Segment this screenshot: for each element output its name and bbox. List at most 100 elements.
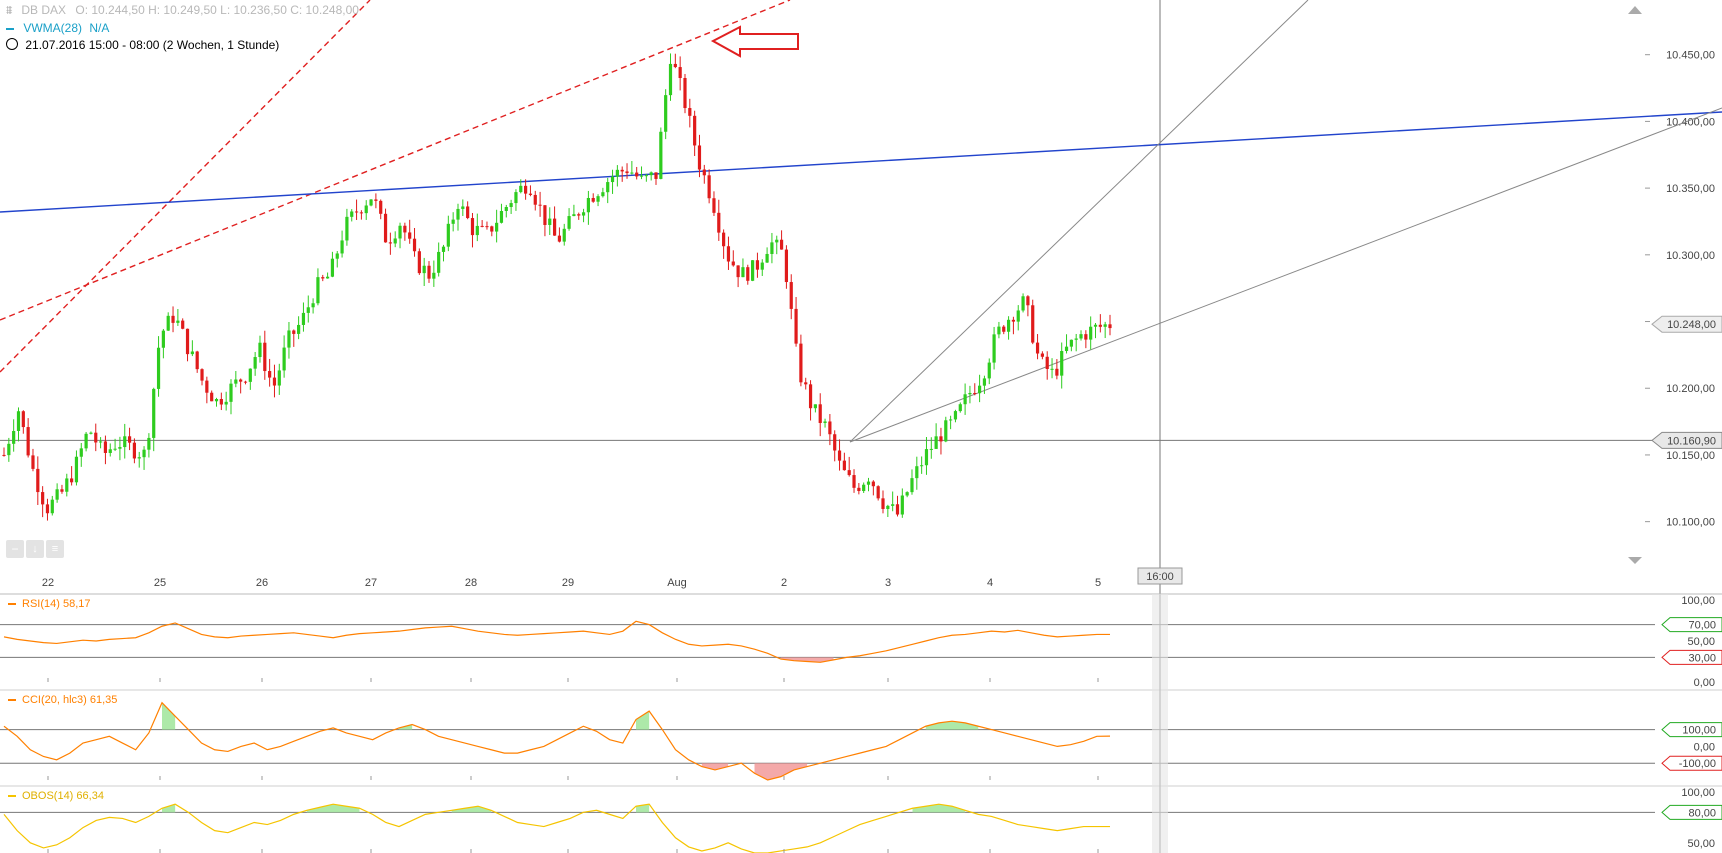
candle-body: [359, 212, 363, 214]
rsi-swatch: [8, 603, 16, 606]
menu-icon[interactable]: ≡: [46, 540, 64, 558]
price-panel[interactable]: 10.100,0010.150,0010.200,0010.250,0010.3…: [0, 0, 1722, 853]
candle-body: [519, 185, 523, 193]
osc-level-tag-label: 80,00: [1688, 807, 1716, 819]
candle: [466, 201, 470, 220]
candle-body: [528, 193, 533, 195]
minus-icon[interactable]: −: [6, 540, 24, 558]
candle-body: [779, 239, 784, 250]
candle: [70, 466, 74, 486]
candle: [934, 423, 938, 449]
candle: [886, 504, 890, 518]
cci-name: CCI(20, hlc3): [22, 694, 87, 706]
candle: [190, 340, 194, 357]
candle: [137, 451, 141, 468]
candle-body: [161, 330, 165, 348]
candle: [475, 213, 479, 242]
candle: [340, 230, 344, 258]
candle: [325, 272, 330, 279]
rsi-panel[interactable]: 100,00 50,00 0,00 70,00 30,00: [0, 595, 1722, 689]
vwma-swatch: [6, 27, 14, 30]
overlay: [1152, 594, 1168, 853]
candle-body: [992, 334, 996, 363]
candle: [268, 358, 272, 387]
candle: [726, 236, 731, 270]
candle-body: [934, 436, 938, 449]
candle: [359, 210, 363, 220]
last-price-label: 10.248,00: [1667, 319, 1716, 331]
candle: [79, 442, 83, 467]
candle: [171, 306, 175, 333]
candle-body: [1098, 324, 1102, 327]
osc-level-tag-label: -100,00: [1679, 758, 1716, 770]
candle: [297, 316, 301, 340]
clock-icon: [6, 38, 18, 50]
candle-body: [137, 457, 141, 459]
osc-tick-label: 100,00: [1681, 787, 1715, 799]
candle: [958, 402, 962, 413]
candle: [804, 377, 808, 390]
candle: [335, 250, 339, 268]
candle-body: [282, 347, 286, 371]
candle: [195, 350, 199, 373]
candle: [678, 56, 682, 91]
candle: [316, 268, 320, 306]
candle: [997, 321, 1001, 339]
candle: [818, 393, 822, 437]
candle: [437, 242, 441, 277]
candle-body: [765, 253, 769, 263]
candle: [383, 208, 388, 243]
candle-body: [152, 388, 156, 438]
candle-body: [606, 182, 610, 193]
candle: [591, 193, 595, 203]
chart-toolbar: − ↓ ≡: [6, 540, 64, 558]
x-axis-label: 25: [154, 577, 166, 589]
candle: [813, 404, 817, 413]
osc-tick-label: 50,00: [1687, 838, 1715, 850]
candle-body: [1011, 319, 1016, 322]
candle: [731, 250, 735, 267]
candle: [495, 209, 499, 243]
candle-body: [316, 277, 320, 304]
candle-body: [272, 377, 277, 386]
download-icon[interactable]: ↓: [26, 540, 44, 558]
candle-body: [432, 272, 436, 279]
candle: [301, 302, 306, 332]
cci-panel[interactable]: 0,00 100,00 -100,00: [0, 701, 1722, 781]
candle: [514, 189, 518, 211]
x-axis-label: 28: [465, 577, 477, 589]
candle-body: [1021, 296, 1025, 311]
candle-body: [1064, 346, 1069, 352]
obos-panel[interactable]: 100,00 50,00 80,00: [0, 787, 1722, 853]
candle-body: [26, 427, 30, 456]
obos-label: OBOS(14) 66,34: [8, 790, 104, 802]
candle: [205, 376, 209, 404]
cci-value: 61,35: [89, 694, 118, 706]
ohlc-values: O: 10.244,50 H: 10.249,50 L: 10.236,50 C…: [75, 3, 359, 17]
candle: [277, 363, 281, 395]
candle-body: [171, 315, 175, 323]
candle-body: [277, 370, 281, 386]
candle-body: [625, 171, 629, 174]
support-tag-label: 10.160,90: [1667, 435, 1716, 447]
osc-fill: [162, 702, 176, 730]
candle: [717, 199, 721, 241]
candle-body: [248, 368, 252, 382]
candle: [577, 212, 581, 220]
annotation-arrow: [710, 25, 799, 58]
candle-body: [239, 379, 243, 382]
candle-body: [514, 192, 518, 204]
candle: [673, 53, 677, 69]
candle-body: [910, 478, 914, 493]
candle: [1050, 358, 1054, 379]
osc-level-tag-label: 30,00: [1688, 652, 1716, 664]
candle-body: [644, 175, 648, 177]
osc-level-tag-label: 70,00: [1688, 620, 1716, 632]
candle-body: [601, 192, 605, 197]
candle: [992, 326, 996, 370]
candle-body: [842, 460, 846, 471]
osc-fill: [636, 711, 650, 730]
x-axis-label: 5: [1095, 577, 1101, 589]
candle-body: [94, 432, 98, 443]
candle: [977, 374, 982, 403]
